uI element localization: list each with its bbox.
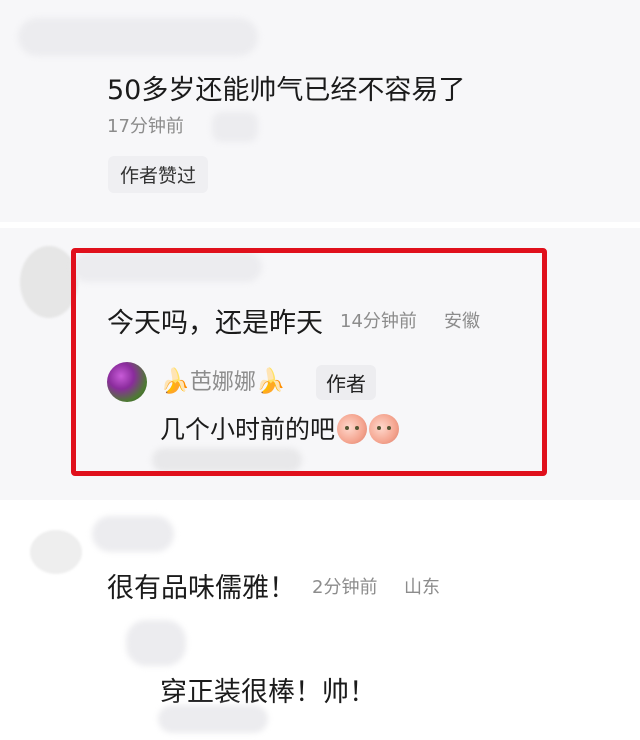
comment-time: 2分钟前 <box>312 577 378 598</box>
comment-text: 50多岁还能帅气已经不容易了 <box>107 75 466 106</box>
highlight-box <box>71 248 547 476</box>
comment-location: 山东 <box>404 577 440 598</box>
comment-text: 穿正装很棒！帅！ <box>160 677 376 708</box>
blurred-username <box>92 516 174 552</box>
author-liked-badge: 作者赞过 <box>108 156 209 193</box>
avatar[interactable] <box>30 530 82 574</box>
comment-time: 17分钟前 <box>107 116 184 137</box>
avatar[interactable] <box>20 246 78 318</box>
blurred-username <box>18 18 258 56</box>
blurred-location <box>212 112 258 142</box>
blurred-reply-meta <box>158 705 268 733</box>
avatar[interactable] <box>126 620 186 666</box>
comment-text: 很有品味儒雅！ <box>107 573 296 604</box>
